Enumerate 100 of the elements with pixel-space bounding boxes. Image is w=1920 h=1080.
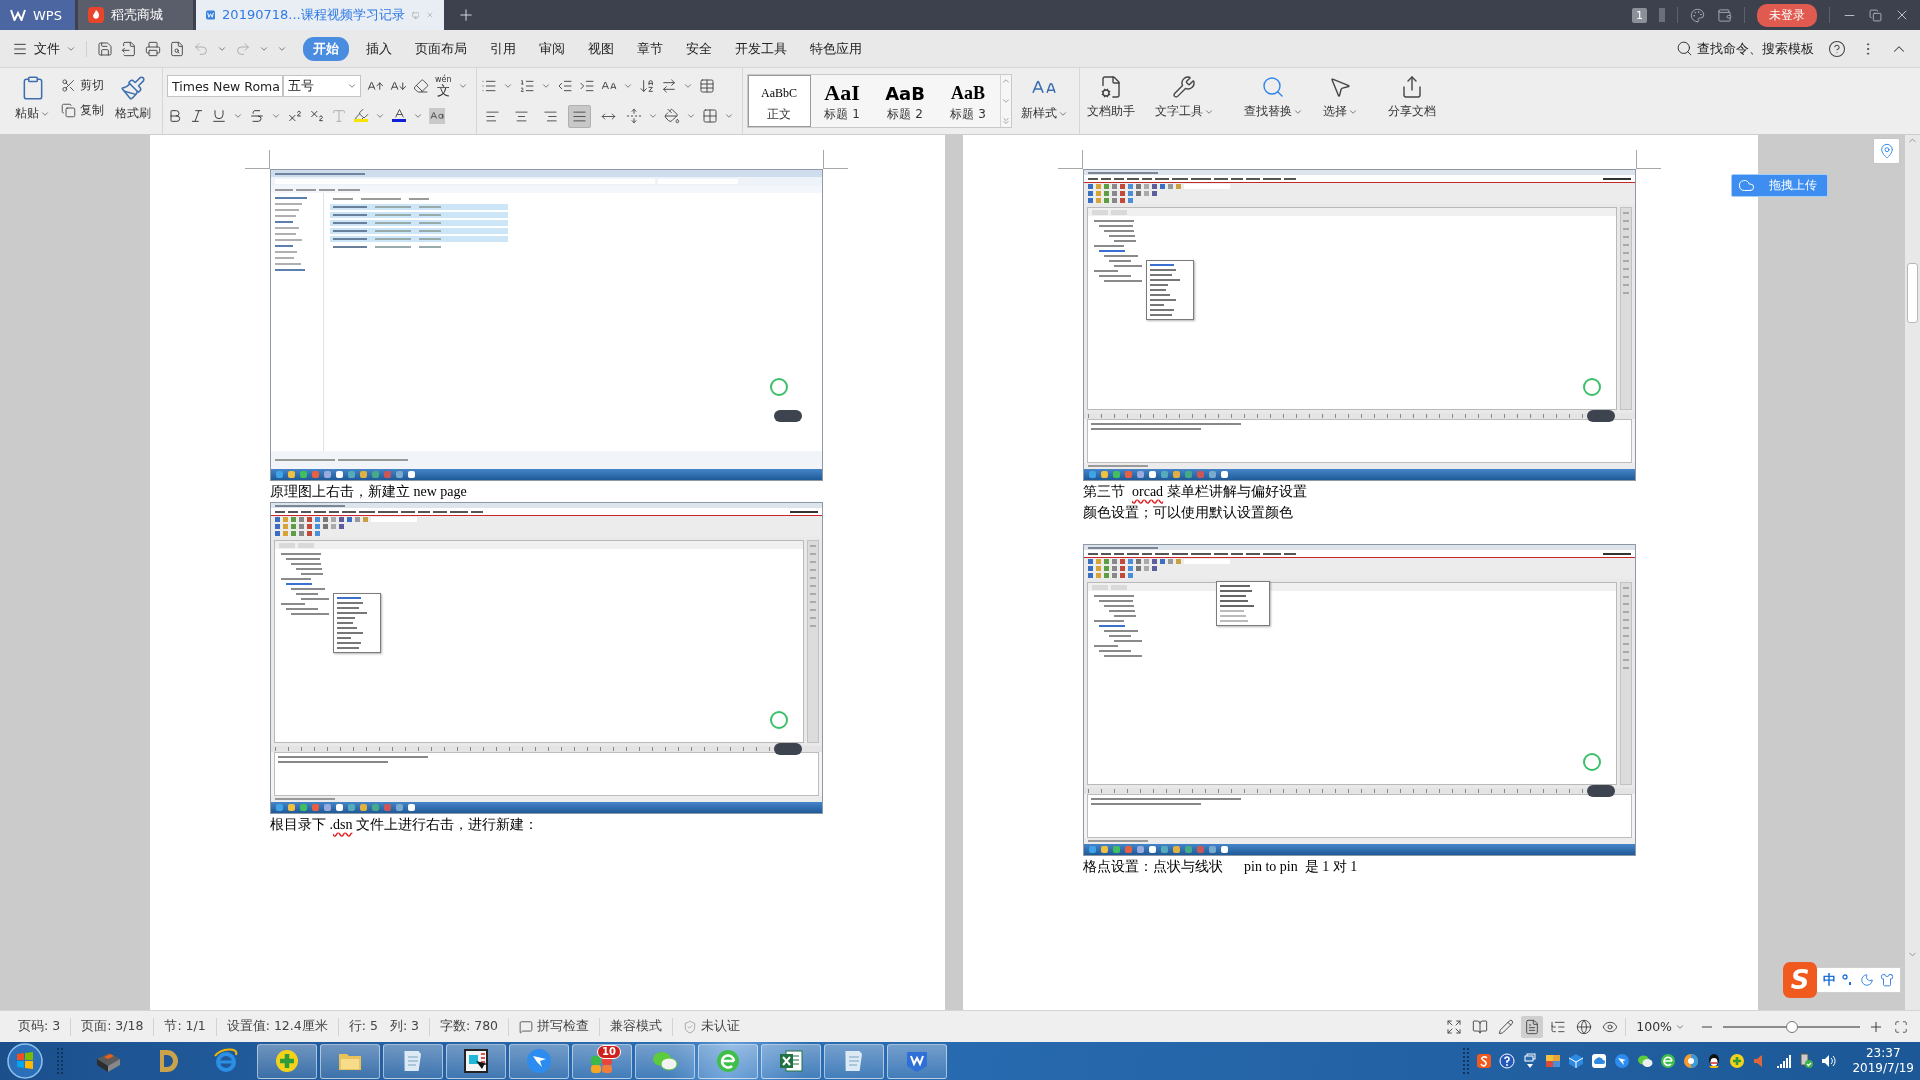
cut-button[interactable]: 剪切: [61, 77, 104, 94]
text-tools-button[interactable]: 文字工具: [1151, 73, 1217, 122]
character-shading-icon[interactable]: [429, 108, 445, 124]
borders-icon[interactable]: [701, 108, 718, 124]
caret-icon[interactable]: [457, 81, 468, 91]
caret-icon[interactable]: [271, 111, 281, 121]
copy-button[interactable]: 复制: [61, 102, 104, 119]
zoom-level-dropdown[interactable]: 100%: [1636, 1019, 1685, 1034]
table-icon[interactable]: [698, 78, 715, 94]
format-painter-button[interactable]: 格式刷: [112, 73, 154, 124]
arrow-disc-icon[interactable]: [1614, 1053, 1631, 1069]
file-menu-button[interactable]: 文件: [12, 39, 76, 58]
eraser-icon[interactable]: [413, 78, 429, 94]
style-option[interactable]: AaB 标题 2: [873, 75, 937, 127]
window-switch-icon[interactable]: [1522, 1053, 1539, 1069]
shirt-icon[interactable]: [1880, 973, 1894, 987]
taskbar-button[interactable]: [446, 1043, 506, 1079]
caret-icon[interactable]: [647, 111, 658, 121]
italic-icon[interactable]: [189, 108, 205, 124]
font-name-field[interactable]: Times New Roma: [167, 75, 283, 97]
new-tab-icon[interactable]: [457, 6, 475, 24]
bullet-list-icon[interactable]: [480, 78, 497, 94]
browser-disc-icon[interactable]: [1660, 1053, 1677, 1069]
highlight-color-icon[interactable]: [353, 107, 369, 125]
ribbon-tab[interactable]: 章节: [637, 36, 663, 61]
page-view-button[interactable]: [1521, 1015, 1544, 1038]
ribbon-tab[interactable]: 插入: [366, 36, 392, 61]
input-method-icon[interactable]: [1476, 1053, 1493, 1069]
window-tab[interactable]: WPS: [0, 0, 75, 30]
window-tab[interactable]: 稻壳商城: [78, 0, 193, 30]
strikethrough-icon[interactable]: [249, 108, 265, 124]
caret-icon[interactable]: [233, 111, 243, 121]
login-button[interactable]: 未登录: [1757, 3, 1817, 27]
paint-bucket-icon[interactable]: [663, 108, 680, 124]
command-search-button[interactable]: 查找命令、搜索模板: [1676, 39, 1814, 58]
ribbon-tab[interactable]: 安全: [686, 36, 712, 61]
select-button[interactable]: 选择: [1319, 73, 1361, 122]
scrollbar-thumb[interactable]: [1907, 263, 1918, 323]
plus-disc-icon[interactable]: [1729, 1053, 1746, 1069]
pinyin-guide-button[interactable]: wén 文: [435, 75, 452, 97]
line-spacing-icon[interactable]: [625, 108, 642, 124]
numbered-list-icon[interactable]: [518, 78, 535, 94]
help-icon[interactable]: [1828, 39, 1846, 58]
font-color-icon[interactable]: [391, 107, 407, 125]
restore-icon[interactable]: [1869, 8, 1882, 22]
swap-arrows-icon[interactable]: [660, 78, 677, 94]
find-button[interactable]: 查找替换: [1240, 73, 1306, 122]
caret-icon[interactable]: [682, 81, 693, 91]
ball-icon[interactable]: [1683, 1053, 1700, 1069]
export-icon[interactable]: [121, 40, 137, 57]
caret-icon[interactable]: [723, 111, 734, 121]
caret-icon[interactable]: [375, 111, 385, 121]
align-justify-button[interactable]: [567, 104, 591, 128]
input-mode-toggle[interactable]: 中: [1823, 971, 1836, 989]
subscript-icon[interactable]: [309, 108, 325, 124]
volume-icon[interactable]: [1821, 1053, 1838, 1069]
chat-bubbles-icon[interactable]: [1637, 1053, 1654, 1069]
caret-icon[interactable]: [540, 81, 551, 91]
ribbon-tab[interactable]: 视图: [588, 36, 614, 61]
start-orb-icon[interactable]: [6, 1043, 44, 1079]
wallet-icon[interactable]: [1717, 7, 1732, 23]
ribbon-tab[interactable]: 引用: [490, 36, 516, 61]
taskbar-button[interactable]: 10: [572, 1043, 632, 1079]
style-option[interactable]: AaI 标题 1: [810, 75, 874, 127]
ribbon-tab[interactable]: 特色应用: [810, 36, 862, 61]
ribbon-tab[interactable]: 开发工具: [735, 36, 787, 61]
ribbon-tab[interactable]: 页面布局: [415, 36, 467, 61]
location-pin-button[interactable]: [1873, 138, 1900, 164]
superscript-icon[interactable]: [287, 108, 303, 124]
bold-icon[interactable]: [167, 108, 183, 124]
style-option[interactable]: AaB 标题 3: [936, 75, 1000, 127]
sort-icon[interactable]: [638, 78, 655, 94]
increase-indent-icon[interactable]: [578, 78, 595, 94]
caret-icon[interactable]: [685, 111, 696, 121]
moon-icon[interactable]: [1860, 973, 1874, 987]
caret-icon[interactable]: [502, 81, 513, 91]
new-style-button[interactable]: 新样式: [1017, 73, 1071, 124]
spell-check-button[interactable]: 拼写检查: [519, 1018, 590, 1035]
palette-icon[interactable]: [1690, 7, 1705, 23]
print-icon[interactable]: [145, 40, 161, 57]
four-square-icon[interactable]: [1545, 1053, 1562, 1069]
assistant-button[interactable]: 文档助手: [1083, 73, 1138, 122]
cube-icon[interactable]: [1568, 1053, 1585, 1069]
style-option[interactable]: AaBbC 正文: [747, 75, 811, 127]
fit-window-icon[interactable]: [1894, 1019, 1908, 1034]
save-icon[interactable]: [97, 40, 113, 57]
signal-bars-icon[interactable]: [1775, 1053, 1792, 1069]
ribbon-tab[interactable]: 审阅: [539, 36, 565, 61]
browser-icon[interactable]: [212, 1047, 240, 1075]
caret-icon[interactable]: [413, 111, 423, 121]
certification-button[interactable]: 未认证: [683, 1018, 741, 1035]
underline-icon[interactable]: [211, 108, 227, 124]
font-size-field[interactable]: 五号: [283, 75, 361, 97]
network-computer-icon[interactable]: [1798, 1053, 1815, 1069]
paste-button[interactable]: 粘贴: [12, 73, 53, 124]
print-preview-icon[interactable]: [169, 40, 185, 57]
zoom-slider-thumb[interactable]: [1785, 1020, 1798, 1033]
cloud-icon[interactable]: [1591, 1053, 1608, 1069]
punctuation-icon[interactable]: [1842, 974, 1854, 986]
decrease-indent-icon[interactable]: [556, 78, 573, 94]
